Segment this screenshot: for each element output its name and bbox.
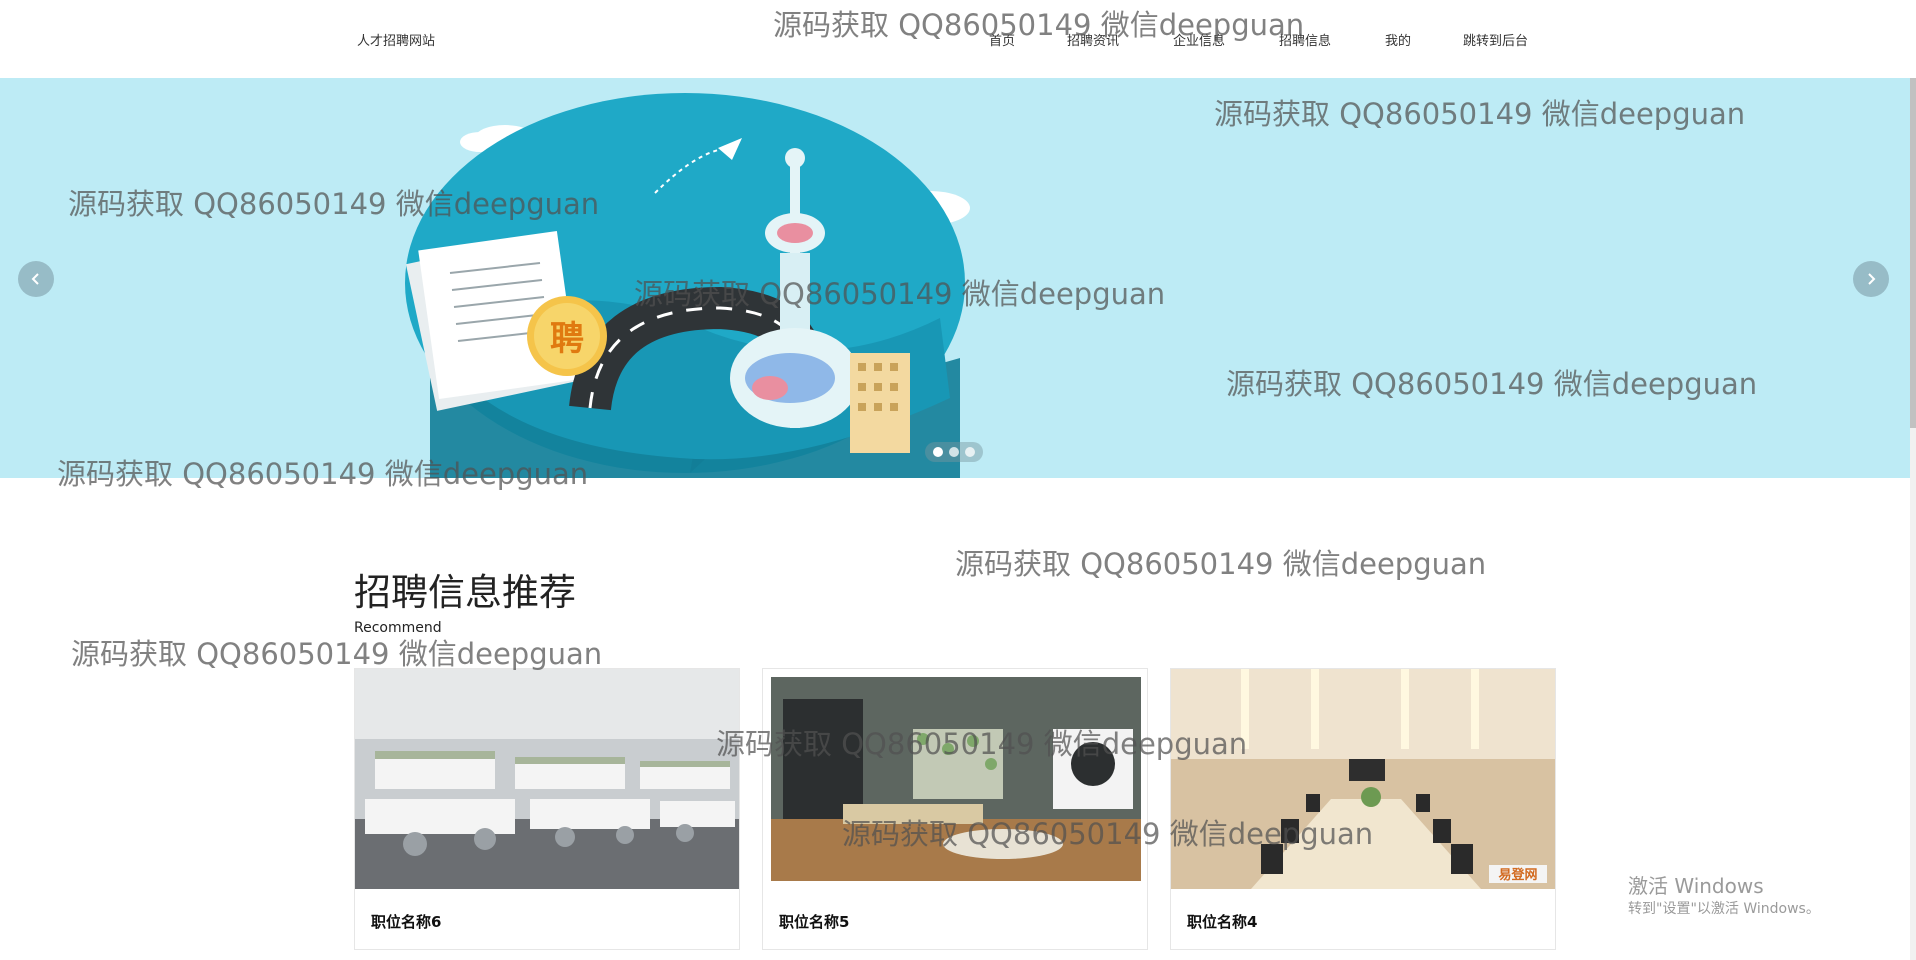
banner-badge-text: 聘 [550, 319, 584, 359]
open-office-photo[interactable] [355, 669, 739, 889]
nav-item-jobs[interactable]: 招聘信息 [1279, 30, 1331, 49]
job-card-title[interactable]: 职位名称6 [371, 911, 441, 932]
carousel-dot-1[interactable] [933, 447, 943, 457]
nav-item-home[interactable]: 首页 [989, 30, 1015, 49]
watermark-text: 源码获取 QQ86050149 微信deepguan [955, 547, 1487, 581]
nav-item-admin[interactable]: 跳转到后台 [1463, 30, 1528, 49]
meeting-room-photo[interactable]: 易登网 [1171, 669, 1555, 889]
main-nav: 首页 招聘资讯 企业信息 招聘信息 我的 跳转到后台 [0, 30, 1916, 50]
carousel-indicators [925, 442, 983, 462]
carousel-next-button[interactable] [1853, 261, 1889, 297]
page-scrollbar-thumb[interactable] [1910, 78, 1916, 428]
image-logo-text: 易登网 [1498, 867, 1537, 883]
section-subtitle: Recommend [354, 620, 442, 636]
chevron-right-icon [1868, 273, 1876, 285]
chevron-left-icon [31, 273, 39, 285]
job-card[interactable]: 易登网 职位名称4 [1170, 668, 1556, 950]
nav-item-companies[interactable]: 企业信息 [1173, 30, 1225, 49]
watermark-text: 源码获取 QQ86050149 微信deepguan [71, 637, 603, 671]
job-card-title[interactable]: 职位名称4 [1187, 911, 1257, 932]
job-card[interactable]: 职位名称5 [762, 668, 1148, 950]
job-card[interactable]: 职位名称6 [354, 668, 740, 950]
carousel-prev-button[interactable] [18, 261, 54, 297]
banner-illustration: 聘 [405, 93, 970, 478]
hero-carousel[interactable]: 聘 [0, 78, 1910, 478]
activate-windows-title: 激活 Windows [1628, 874, 1764, 898]
section-title: 招聘信息推荐 [354, 571, 576, 614]
nav-item-mine[interactable]: 我的 [1385, 30, 1411, 49]
carousel-dot-3[interactable] [965, 447, 975, 457]
nav-item-news[interactable]: 招聘资讯 [1067, 30, 1119, 49]
job-card-title[interactable]: 职位名称5 [779, 911, 849, 932]
creative-office-photo[interactable] [763, 669, 1147, 889]
activate-windows-subtitle: 转到"设置"以激活 Windows。 [1628, 901, 1820, 917]
site-header: 人才招聘网站 首页 招聘资讯 企业信息 招聘信息 我的 跳转到后台 [0, 0, 1916, 78]
carousel-dot-2[interactable] [949, 447, 959, 457]
